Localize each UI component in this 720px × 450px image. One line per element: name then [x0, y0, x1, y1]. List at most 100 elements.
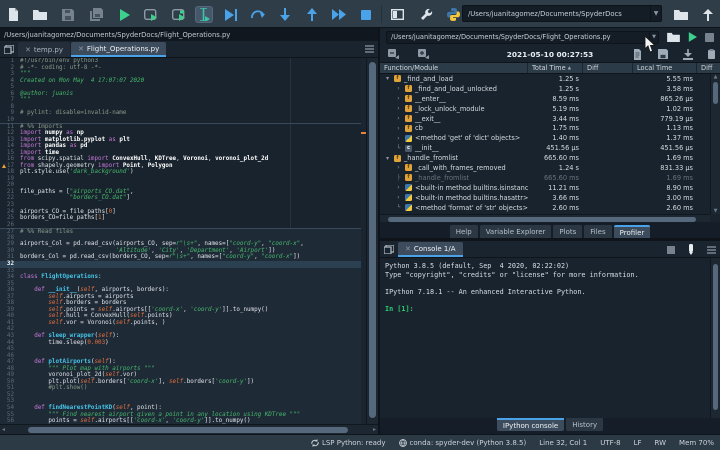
- expand-arrow-icon[interactable]: ›: [395, 95, 402, 102]
- column-header-total-time[interactable]: Total Time ▲: [528, 63, 583, 73]
- code-editor[interactable]: 1 #!/usr/bin/env python3 2 # -*- coding: ut…: [0, 58, 378, 424]
- editor-pane: /Users/juanitagomez/Documents/SpyderDocs…: [0, 28, 378, 434]
- profiler-row[interactable]: › f __enter__ 8.59 ms 865.26 µs: [380, 94, 710, 104]
- toolbar-separator: [381, 5, 382, 23]
- profiler-row[interactable]: ▾ f _find_and_load 1.25 s 5.55 ms: [380, 74, 710, 84]
- expand-arrow-icon[interactable]: ›: [395, 85, 402, 92]
- expand-arrow-icon[interactable]: ›: [395, 164, 402, 171]
- tab-plots[interactable]: Plots: [553, 225, 583, 238]
- editor-vertical-scrollbar[interactable]: [366, 58, 378, 424]
- collapse-arrow-icon[interactable]: ▾: [384, 75, 391, 82]
- profiler-row[interactable]: › <built-in method builtins.hasattr> 3.66 …: [380, 193, 710, 203]
- expand-arrow-icon[interactable]: ›: [395, 135, 402, 142]
- console-vertical-scrollbar[interactable]: [710, 258, 720, 418]
- close-icon[interactable]: ✕: [25, 46, 31, 54]
- main-toolbar: /Users/juanitagomez/Documents/SpyderDocs…: [0, 0, 720, 28]
- profiler-row[interactable]: ├ f _handle_fromlist 665.60 ms 1.69 ms: [380, 173, 710, 183]
- warning-icon: [2, 163, 6, 168]
- step-over-icon[interactable]: [249, 6, 267, 23]
- profiler-row[interactable]: › f _find_and_load_unlocked 1.25 s 3.58 ms: [380, 84, 710, 94]
- save-all-icon[interactable]: [87, 6, 105, 23]
- column-header-diff1[interactable]: Diff: [583, 63, 633, 73]
- run-selection-icon[interactable]: [195, 6, 213, 23]
- profiler-row[interactable]: › <method 'get' of 'dict' objects> 1.40 ms…: [380, 133, 710, 143]
- step-into-icon[interactable]: [276, 6, 294, 23]
- debug-file-icon[interactable]: [222, 6, 240, 23]
- edit-icon[interactable]: [687, 244, 695, 255]
- expand-arrow-icon[interactable]: ›: [395, 115, 402, 122]
- console-line: IPython 7.18.1 -- An enhanced Interactiv…: [385, 287, 586, 296]
- profiler-row[interactable]: › f cb 1.75 ms 1.13 ms: [380, 123, 710, 133]
- new-file-icon[interactable]: [4, 6, 22, 23]
- console-tab[interactable]: ✕ Console 1/A: [398, 242, 463, 257]
- run-file-icon[interactable]: [115, 6, 133, 23]
- console-output[interactable]: Python 3.8.5 (default, Sep 4 2020, 02:22…: [380, 258, 720, 418]
- profiler-row[interactable]: › f _call_with_frames_removed 1.24 s 831.33 …: [380, 163, 710, 173]
- editor-tab-temp.py[interactable]: ✕ temp.py: [18, 42, 70, 57]
- tab-help[interactable]: Help: [449, 225, 478, 238]
- column-header-diff2[interactable]: Diff: [697, 63, 720, 73]
- profiler-row[interactable]: ▾ f _handle_fromlist 665.60 ms 1.69 ms: [380, 153, 710, 163]
- profiler-vertical-scrollbar[interactable]: ▲ ▼: [710, 74, 720, 214]
- expand-arrow-icon[interactable]: ›: [395, 125, 402, 132]
- python-logo-icon[interactable]: [444, 6, 462, 23]
- conda-env-status: conda: spyder-dev (Python 3.8.5): [398, 439, 526, 447]
- save-icon[interactable]: [59, 6, 77, 23]
- sort-ascending-icon: ▲: [567, 65, 572, 71]
- continue-icon[interactable]: [330, 6, 348, 23]
- tab-variable-explorer[interactable]: Variable Explorer: [479, 225, 552, 238]
- profiler-row[interactable]: › f _lock_unlock_module 5.19 ms 1.02 ms: [380, 104, 710, 114]
- preferences-wrench-icon[interactable]: [417, 6, 435, 23]
- profiler-row[interactable]: › f __exit__ 3.44 ms 779.19 µs: [380, 114, 710, 124]
- expand-arrow-icon[interactable]: ›: [395, 194, 402, 201]
- console-prompt[interactable]: In [1]:: [385, 305, 720, 314]
- tab-history[interactable]: History: [566, 418, 604, 431]
- column-header-function[interactable]: Function/Module: [380, 63, 528, 73]
- load-data-icon[interactable]: [683, 49, 693, 60]
- lsp-sync-icon: [311, 438, 319, 447]
- profiler-file-combobox[interactable]: /Users/juanitagomez/Documents/SpyderDocs…: [386, 30, 659, 44]
- working-directory-combobox[interactable]: /Users/juanitagomez/Documents/SpyderDocs…: [462, 5, 662, 22]
- run-cell-icon[interactable]: [142, 6, 160, 23]
- editor-tab-Flight_Operations.py[interactable]: ✕ Flight_Operations.py: [71, 42, 167, 57]
- tree-branch: └: [396, 204, 401, 212]
- profiler-row[interactable]: › <built-in method builtins.isinstance> 11…: [380, 183, 710, 193]
- tab-files[interactable]: Files: [584, 225, 612, 238]
- browse-directory-icon[interactable]: [672, 6, 690, 23]
- expand-arrow-icon[interactable]: ›: [395, 105, 402, 112]
- chevron-down-icon[interactable]: ▼: [650, 6, 661, 21]
- save-data-icon[interactable]: [658, 49, 668, 59]
- profiler-open-file-icon[interactable]: [667, 32, 680, 42]
- clear-comparison-icon[interactable]: [707, 49, 716, 60]
- options-menu-icon[interactable]: [707, 245, 716, 254]
- collapse-arrow-icon[interactable]: ▾: [384, 155, 391, 162]
- interrupt-kernel-icon[interactable]: [667, 245, 675, 254]
- close-icon[interactable]: ✕: [405, 245, 411, 253]
- working-directory-path: /Users/juanitagomez/Documents/SpyderDocs: [468, 9, 622, 18]
- stop-debug-icon[interactable]: [357, 6, 375, 23]
- profiler-run-icon[interactable]: [688, 32, 697, 42]
- parent-directory-icon[interactable]: [699, 6, 717, 23]
- readwrite-status: RW: [654, 438, 667, 447]
- step-return-icon[interactable]: [303, 6, 321, 23]
- editor-horizontal-scrollbar[interactable]: ◂ ▸: [0, 424, 378, 434]
- profiler-row[interactable]: └ <method 'format' of 'str' objects> 2.60 …: [380, 203, 710, 213]
- open-file-icon[interactable]: [31, 6, 49, 23]
- profiler-row[interactable]: └ c __init__ 451.56 µs 451.56 µs: [380, 143, 710, 153]
- tab-ipython-console[interactable]: IPython console: [496, 418, 565, 431]
- run-cell-advance-icon[interactable]: [170, 6, 188, 23]
- browse-tabs-icon[interactable]: [380, 241, 398, 257]
- maximize-pane-icon[interactable]: [388, 6, 406, 23]
- tab-profiler[interactable]: Profiler: [613, 225, 651, 238]
- chevron-down-icon[interactable]: ▼: [649, 31, 658, 43]
- editor-options-icon[interactable]: [360, 41, 378, 57]
- close-icon[interactable]: ✕: [78, 45, 84, 53]
- profiler-horizontal-scrollbar[interactable]: [380, 214, 710, 222]
- browse-tabs-icon[interactable]: [0, 41, 18, 57]
- expand-arrow-icon[interactable]: ›: [395, 184, 402, 191]
- column-header-local-time[interactable]: Local Time: [633, 63, 697, 73]
- show-output-icon[interactable]: [633, 49, 642, 60]
- profiler-stop-icon[interactable]: [705, 32, 714, 42]
